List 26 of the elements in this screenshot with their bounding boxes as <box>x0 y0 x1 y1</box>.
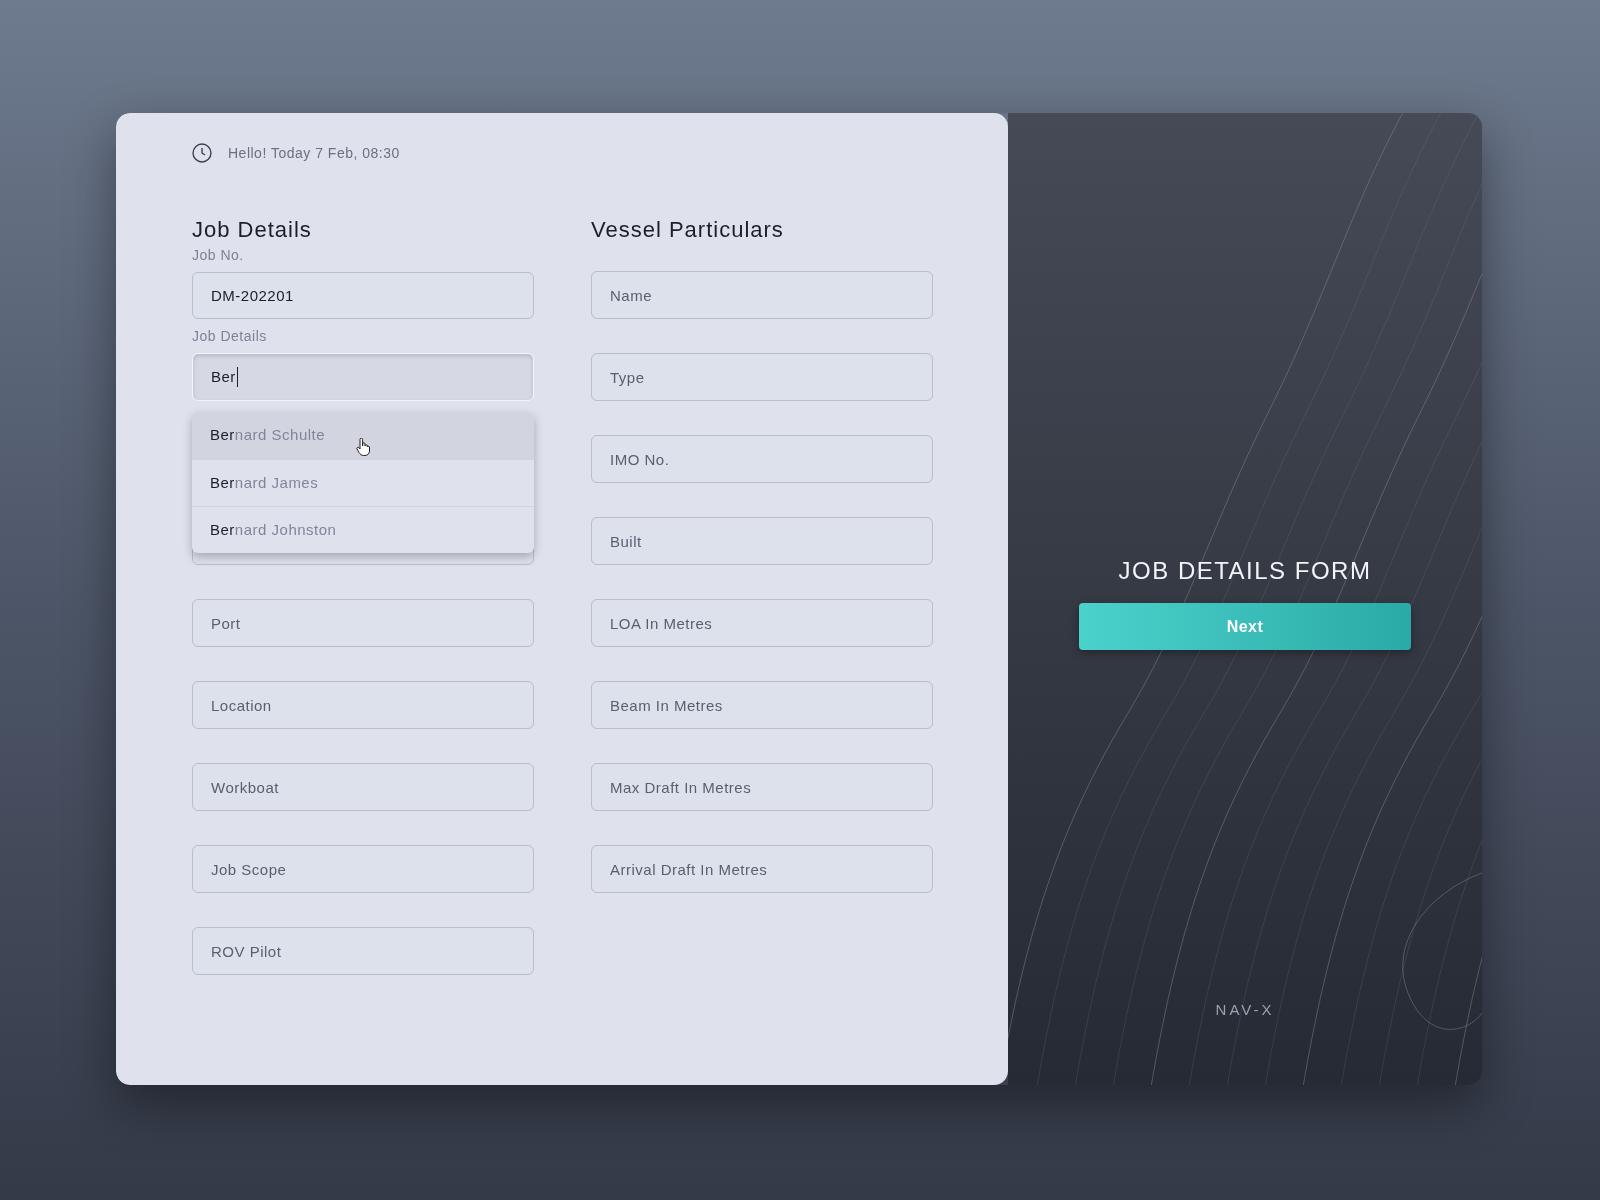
input-field[interactable]: DM-202201 <box>192 272 534 319</box>
input-field[interactable]: Port <box>192 599 534 647</box>
hand-pointer-icon <box>356 438 370 456</box>
input-field[interactable]: Job Scope <box>192 845 534 893</box>
input-field[interactable]: IMO No. <box>591 435 933 483</box>
input-field[interactable]: Type <box>591 353 933 401</box>
input-field[interactable]: ROV Pilot <box>192 927 534 975</box>
input-field[interactable]: Name <box>591 271 933 319</box>
input-field[interactable]: Workboat <box>192 763 534 811</box>
clock-icon <box>192 143 212 163</box>
input-field[interactable]: Ber <box>192 353 534 401</box>
input-field[interactable]: Max Draft In Metres <box>591 763 933 811</box>
form-title: JOB DETAILS FORM <box>1118 556 1372 586</box>
input-field[interactable]: LOA In Metres <box>591 599 933 647</box>
section-heading: Job Details <box>192 216 313 244</box>
input-field[interactable]: Built <box>591 517 933 565</box>
input-field[interactable]: Arrival Draft In Metres <box>591 845 933 893</box>
greeting-text: Hello! Today 7 Feb, 08:30 <box>228 143 400 163</box>
input-field[interactable]: Location <box>192 681 534 729</box>
suggestion-item[interactable]: Bernard James <box>192 459 534 506</box>
input-field[interactable]: Beam In Metres <box>591 681 933 729</box>
brand-text: NAV-X <box>1215 999 1275 1020</box>
section-heading: Vessel Particulars <box>591 216 785 244</box>
field-label: Job No. <box>192 246 245 265</box>
suggestion-item[interactable]: Bernard Schulte <box>192 412 534 459</box>
field-label: Job Details <box>192 327 268 346</box>
